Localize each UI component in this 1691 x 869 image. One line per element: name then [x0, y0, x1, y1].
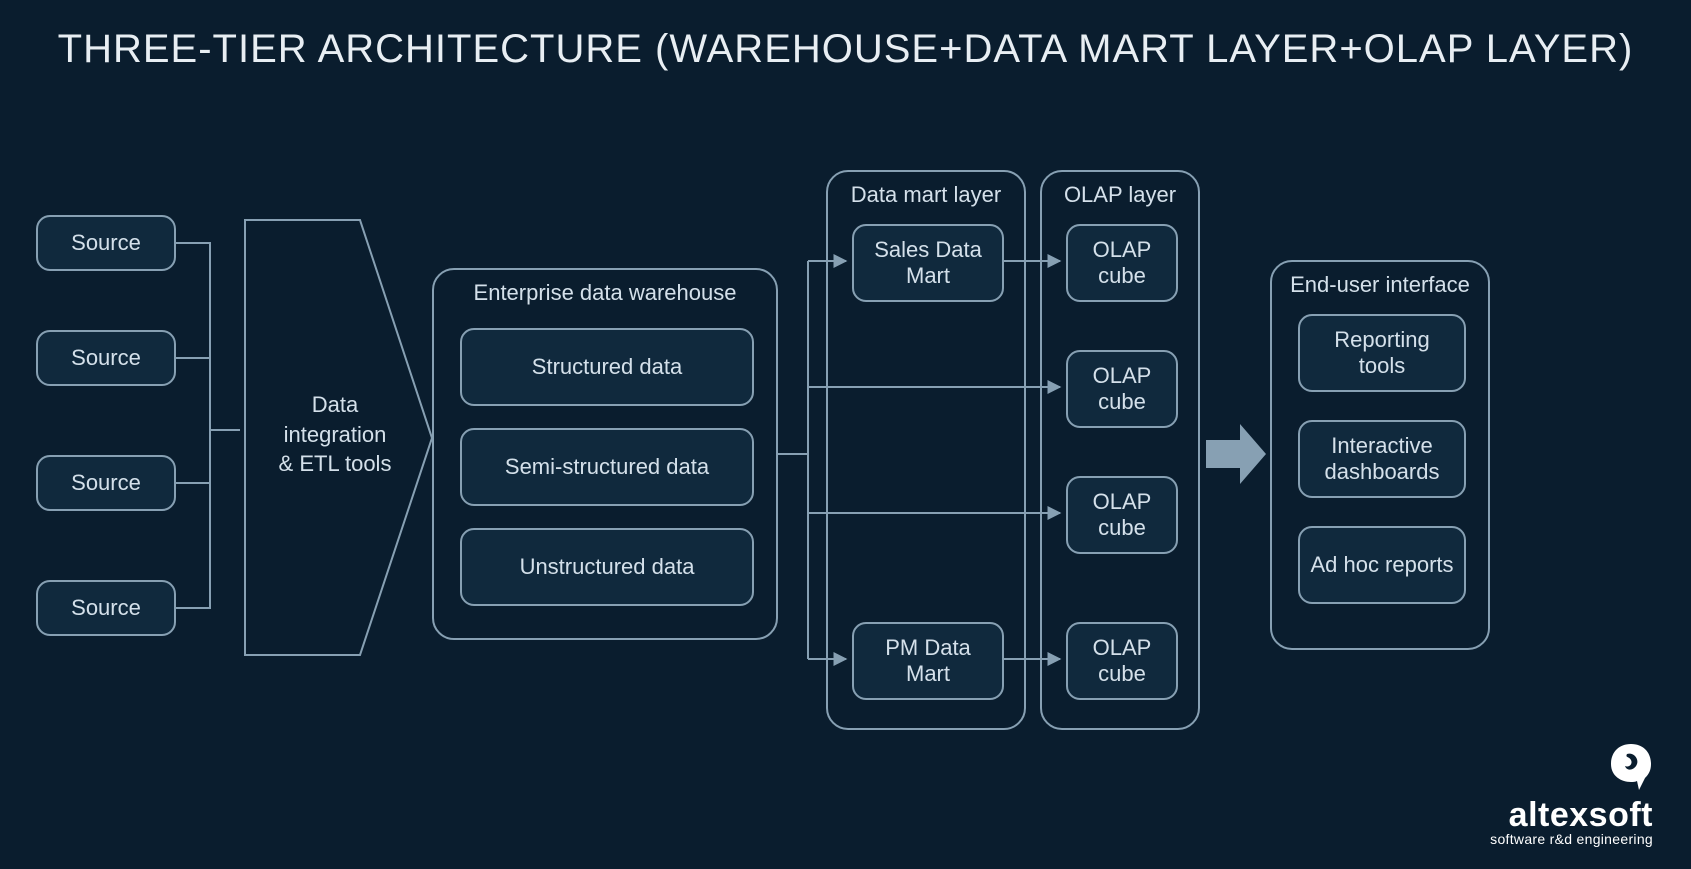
data-mart-label: Data mart layer	[828, 182, 1024, 208]
warehouse-item-unstructured: Unstructured data	[460, 528, 754, 606]
logo-tagline: software r&d engineering	[1490, 831, 1653, 847]
olap-group: OLAP layer OLAP cube OLAP cube OLAP cube…	[1040, 170, 1200, 730]
data-mart-pm: PM Data Mart	[852, 622, 1004, 700]
data-mart-sales: Sales Data Mart	[852, 224, 1004, 302]
end-user-group: End-user interface Reporting tools Inter…	[1270, 260, 1490, 650]
olap-cube-3: OLAP cube	[1066, 476, 1178, 554]
source-box-2: Source	[36, 330, 176, 386]
warehouse-label: Enterprise data warehouse	[434, 280, 776, 306]
source-box-3: Source	[36, 455, 176, 511]
warehouse-item-semistructured: Semi-structured data	[460, 428, 754, 506]
end-user-adhoc: Ad hoc reports	[1298, 526, 1466, 604]
olap-label: OLAP layer	[1042, 182, 1198, 208]
source-box-1: Source	[36, 215, 176, 271]
logo-icon	[1609, 742, 1653, 792]
etl-label: Data integration & ETL tools	[265, 390, 405, 479]
warehouse-group: Enterprise data warehouse Structured dat…	[432, 268, 778, 640]
source-box-4: Source	[36, 580, 176, 636]
end-user-dashboards: Interactive dashboards	[1298, 420, 1466, 498]
olap-cube-4: OLAP cube	[1066, 622, 1178, 700]
olap-cube-1: OLAP cube	[1066, 224, 1178, 302]
end-user-reporting: Reporting tools	[1298, 314, 1466, 392]
data-mart-group: Data mart layer Sales Data Mart PM Data …	[826, 170, 1026, 730]
olap-cube-2: OLAP cube	[1066, 350, 1178, 428]
warehouse-item-structured: Structured data	[460, 328, 754, 406]
end-user-label: End-user interface	[1272, 272, 1488, 298]
diagram-title: THREE-TIER ARCHITECTURE (WAREHOUSE+DATA …	[0, 24, 1691, 74]
brand-logo: altexsoft software r&d engineering	[1490, 742, 1653, 847]
logo-brand: altexsoft	[1490, 796, 1653, 835]
